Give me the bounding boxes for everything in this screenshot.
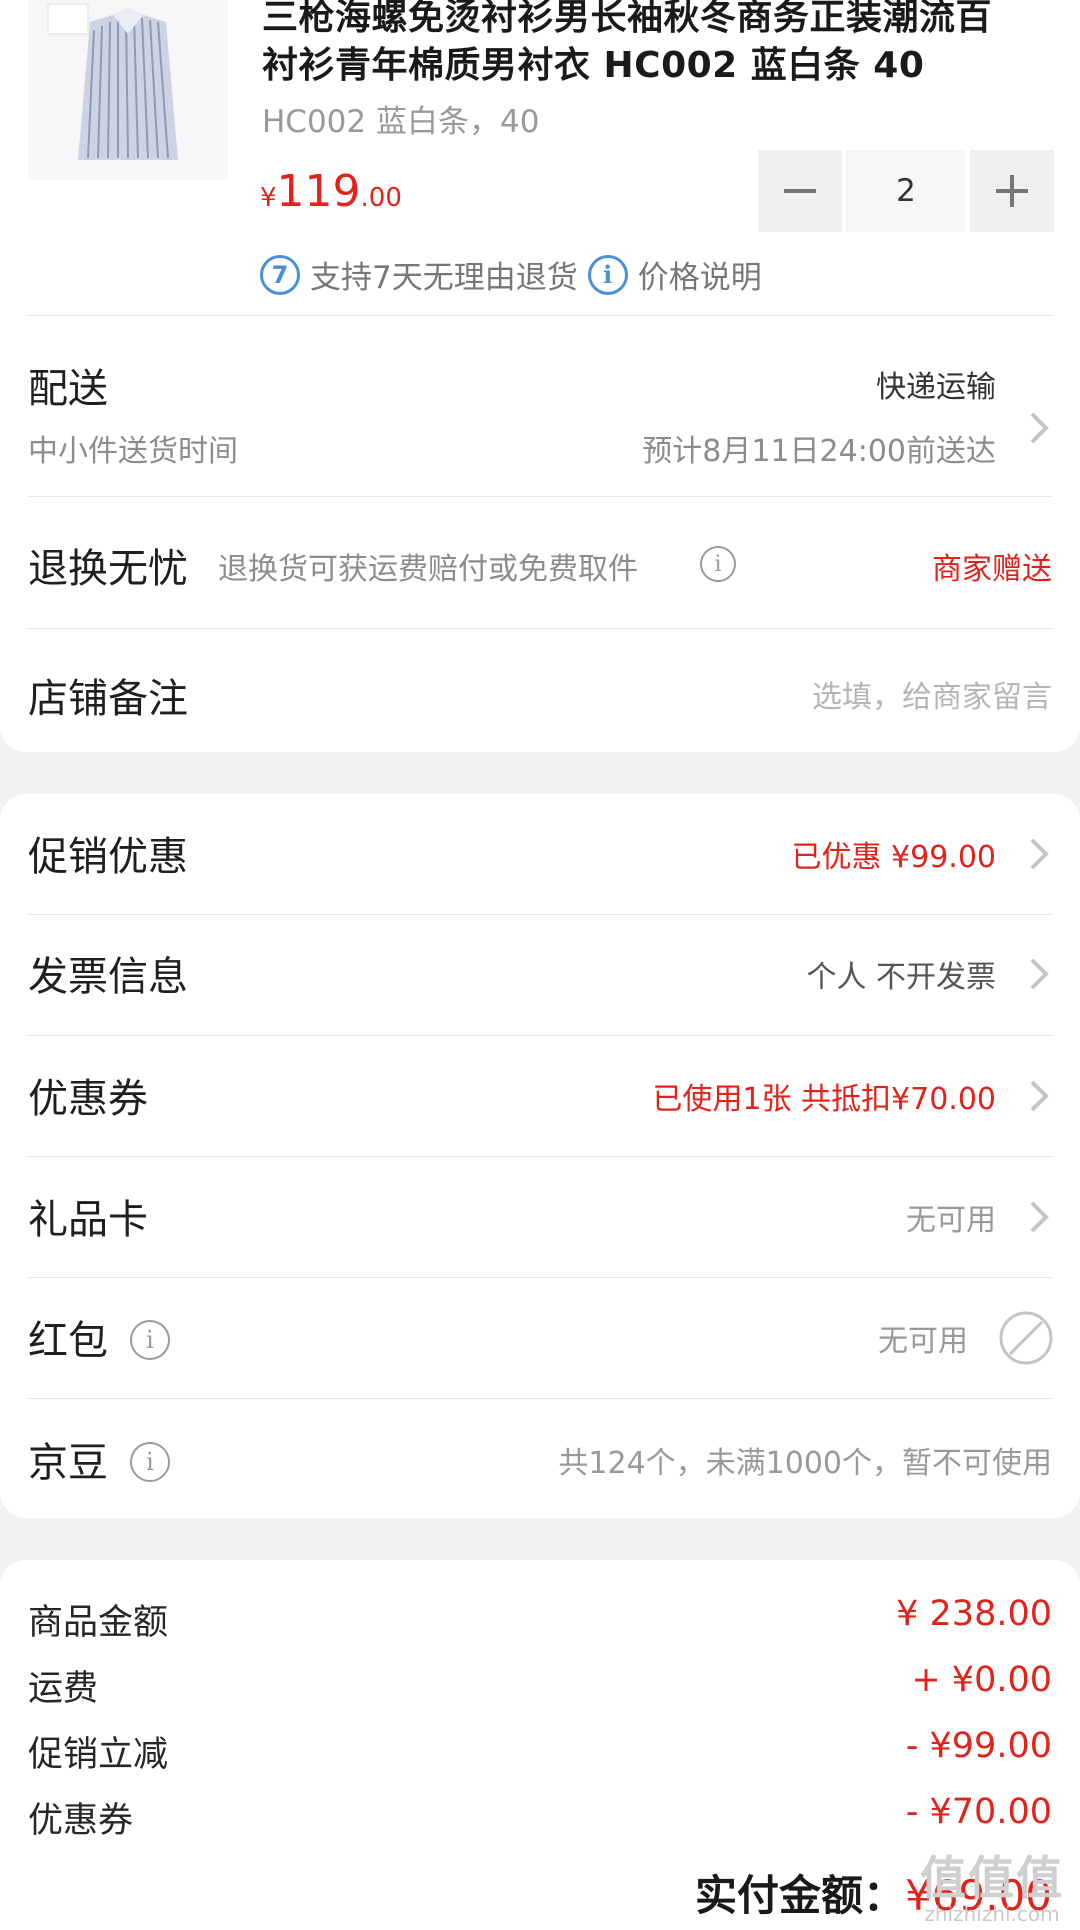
divider bbox=[28, 914, 1052, 915]
summary-value: + ¥0.00 bbox=[911, 1660, 1052, 1700]
seven-day-return-icon: 7 bbox=[260, 254, 300, 295]
divider bbox=[28, 1156, 1052, 1157]
price-summary-card: 商品金额 ¥ 238.00 运费 + ¥0.00 促销立减 - ¥99.00 优… bbox=[0, 1560, 1080, 1930]
product-thumbnail[interactable] bbox=[28, 0, 228, 180]
gift-card-label: 礼品卡 bbox=[28, 1197, 148, 1243]
price-symbol: ¥ bbox=[260, 183, 277, 213]
promo-label: 促销优惠 bbox=[28, 834, 188, 880]
service-badges: 7 支持7天无理由退货 i 价格说明 bbox=[260, 252, 762, 297]
summary-label: 促销立减 bbox=[28, 1735, 169, 1775]
summary-value: - ¥70.00 bbox=[905, 1792, 1052, 1832]
divider bbox=[28, 1277, 1052, 1278]
price-integer: 119 bbox=[276, 166, 361, 217]
chevron-right-icon bbox=[1030, 838, 1049, 870]
divider bbox=[28, 1398, 1052, 1399]
delivery-sub: 中小件送货时间 bbox=[28, 434, 238, 469]
chevron-right-icon bbox=[1030, 958, 1049, 990]
delivery-method: 快递运输 bbox=[876, 370, 996, 405]
invoice-value: 个人 不开发票 bbox=[806, 960, 996, 995]
info-icon[interactable]: i bbox=[587, 254, 628, 295]
invoice-label: 发票信息 bbox=[28, 954, 188, 1000]
return-worry-label: 退换无忧 bbox=[28, 546, 188, 592]
disabled-icon bbox=[999, 1311, 1053, 1365]
shop-note-input[interactable]: 选填，给商家留言 bbox=[812, 672, 1052, 716]
info-icon[interactable]: i bbox=[130, 1442, 170, 1482]
coupon-label: 优惠券 bbox=[28, 1076, 148, 1122]
summary-label: 优惠券 bbox=[28, 1801, 134, 1841]
promo-value: 已优惠 ¥99.00 bbox=[791, 840, 996, 875]
summary-label: 商品金额 bbox=[28, 1603, 169, 1643]
price-decimal: .00 bbox=[360, 183, 402, 213]
watermark-brand: 值值值 bbox=[920, 1851, 1064, 1905]
quantity-value[interactable]: 2 bbox=[846, 150, 966, 232]
return-policy-text[interactable]: 支持7天无理由退货 bbox=[310, 252, 578, 297]
info-icon[interactable]: i bbox=[700, 546, 736, 582]
product-title-line1: 三枪海螺免烫衬衫男长袖秋冬商务正装潮流百 bbox=[262, 0, 993, 38]
watermark: 值值值 zhizhizhi.com bbox=[920, 1842, 1064, 1926]
watermark-site: zhizhizhi.com bbox=[924, 1902, 1060, 1926]
summary-value: ¥ 238.00 bbox=[896, 1594, 1052, 1634]
chevron-right-icon bbox=[1030, 1080, 1049, 1112]
order-options-card: 促销优惠 已优惠 ¥99.00 发票信息 个人 不开发票 优惠券 已使用1张 共… bbox=[0, 794, 1080, 1518]
chevron-right-icon bbox=[1030, 412, 1049, 444]
product-price: ¥119.00 bbox=[260, 166, 402, 217]
gift-card-value: 无可用 bbox=[906, 1203, 996, 1238]
minus-icon bbox=[784, 189, 816, 193]
chevron-right-icon bbox=[1030, 1201, 1049, 1233]
coupon-value: 已使用1张 共抵扣¥70.00 bbox=[652, 1082, 996, 1117]
increase-button[interactable] bbox=[970, 150, 1054, 232]
shop-note-label: 店铺备注 bbox=[28, 676, 188, 722]
divider bbox=[28, 315, 1052, 316]
price-note-link[interactable]: 价格说明 bbox=[638, 252, 762, 297]
red-packet-label: 红包 bbox=[28, 1318, 108, 1364]
divider bbox=[28, 628, 1052, 629]
order-item-card: 三枪海螺免烫衬衫男长袖秋冬商务正装潮流百 衬衫青年棉质男衬衣 HC002 蓝白条… bbox=[0, 0, 1080, 752]
divider bbox=[28, 496, 1052, 497]
product-spec: HC002 蓝白条，40 bbox=[262, 104, 540, 140]
summary-value: - ¥99.00 bbox=[905, 1726, 1052, 1766]
quantity-stepper: 2 bbox=[758, 150, 1054, 232]
jingdou-value: 共124个，未满1000个，暂不可使用 bbox=[558, 1446, 1052, 1481]
plus-icon bbox=[996, 175, 1028, 207]
return-worry-value: 商家赠送 bbox=[932, 552, 1052, 587]
jingdou-label: 京豆 bbox=[28, 1440, 108, 1486]
decrease-button[interactable] bbox=[758, 150, 842, 232]
return-worry-desc: 退换货可获运费赔付或免费取件 bbox=[218, 552, 638, 587]
total-label: 实付金额： bbox=[695, 1871, 906, 1920]
product-title-line2: 衬衫青年棉质男衬衣 HC002 蓝白条 40 bbox=[262, 45, 925, 86]
divider bbox=[28, 1035, 1052, 1036]
summary-label: 运费 bbox=[28, 1669, 99, 1709]
delivery-estimate: 预计8月11日24:00前送达 bbox=[642, 434, 996, 469]
delivery-label: 配送 bbox=[28, 366, 108, 412]
info-icon[interactable]: i bbox=[130, 1320, 170, 1360]
red-packet-value: 无可用 bbox=[878, 1324, 968, 1359]
